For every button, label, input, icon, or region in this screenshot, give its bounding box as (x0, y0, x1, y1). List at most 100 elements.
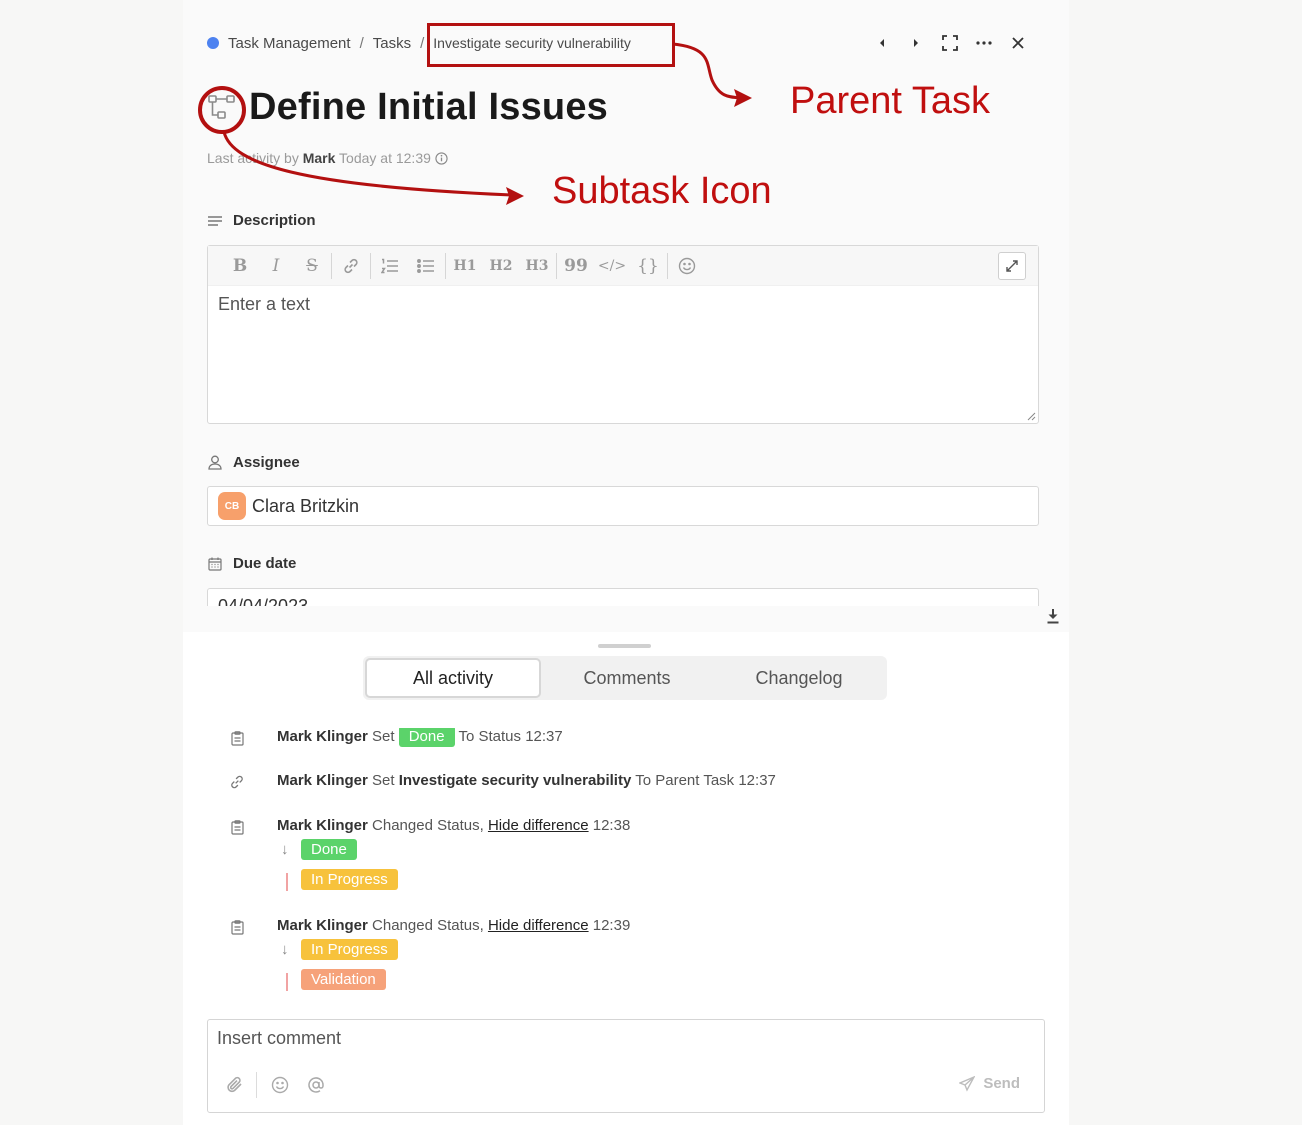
assignee-label-text: Assignee (233, 454, 300, 471)
expand-editor-button[interactable] (998, 252, 1026, 280)
title-row: Define Initial Issues (207, 86, 608, 129)
user-icon (207, 455, 223, 471)
comment-input[interactable]: Insert comment (217, 1028, 341, 1049)
activity-tabs: All activity Comments Changelog (363, 656, 887, 700)
hide-difference-link[interactable]: Hide difference (488, 817, 589, 834)
activity-user[interactable]: Mark Klinger (277, 917, 368, 934)
due-date-label: Due date (207, 555, 296, 572)
mention-button[interactable] (305, 1074, 327, 1096)
close-icon (1012, 37, 1024, 49)
activity-time: 12:38 (592, 817, 631, 834)
link-button[interactable] (333, 253, 369, 279)
fullscreen-button[interactable] (933, 32, 967, 54)
activity-user[interactable]: Mark Klinger (277, 817, 368, 834)
link-icon (229, 774, 245, 790)
tab-changelog[interactable]: Changelog (713, 658, 885, 698)
activity-text: Mark Klinger Changed Status, Hide differ… (277, 817, 630, 834)
description-label-text: Description (233, 212, 316, 229)
quote-button[interactable]: 99 (558, 253, 594, 279)
more-options-button[interactable] (967, 32, 1001, 54)
emoji-icon (271, 1076, 289, 1094)
info-icon[interactable] (435, 152, 448, 165)
last-activity: Last activity by Mark Today at 12:39 (207, 150, 448, 166)
activity-time: 12:37 (738, 772, 776, 789)
activity-suffix: To Status (458, 728, 522, 745)
assignee-field[interactable]: CB Clara Britzkin (207, 486, 1039, 526)
breadcrumb-project[interactable]: Task Management (228, 35, 351, 52)
previous-task-button[interactable] (865, 32, 899, 54)
scroll-down-icon[interactable] (1045, 607, 1061, 625)
send-icon (959, 1075, 976, 1092)
toolbar-divider (256, 1072, 257, 1098)
breadcrumb-separator: / (359, 34, 364, 52)
task-title[interactable]: Define Initial Issues (249, 86, 608, 129)
emoji-button[interactable] (669, 253, 705, 279)
code-block-button[interactable]: {} (630, 253, 666, 279)
toolbar-divider (331, 252, 332, 279)
send-button[interactable]: Send (959, 1075, 1020, 1092)
resize-grip-icon[interactable] (1026, 411, 1036, 421)
comment-box: Insert comment Send (207, 1019, 1045, 1113)
bullet-list-button[interactable] (408, 253, 444, 279)
status-badge-to: Validation (301, 969, 386, 990)
caret-left-icon (880, 39, 884, 47)
clipboard-icon (229, 730, 245, 746)
status-badge-from: Done (301, 839, 357, 860)
heading3-button[interactable]: H3 (519, 253, 555, 279)
code-button[interactable]: </> (594, 253, 630, 279)
lines-icon (207, 213, 223, 229)
attach-button[interactable] (224, 1074, 246, 1096)
last-activity-time: Today at 12:39 (339, 150, 431, 166)
expand-icon (1006, 260, 1018, 272)
activity-panel: All activity Comments Changelog Mark Kli… (183, 632, 1069, 1125)
send-label: Send (983, 1075, 1020, 1092)
emoji-button[interactable] (269, 1074, 291, 1096)
activity-action: Set (372, 772, 395, 789)
clipboard-icon (229, 919, 245, 935)
subtask-icon-highlight (198, 86, 246, 134)
next-task-button[interactable] (899, 32, 933, 54)
toolbar-divider (667, 252, 668, 279)
ordered-list-icon (381, 258, 398, 273)
toolbar-divider (556, 252, 557, 279)
link-icon (344, 258, 358, 273)
activity-action: Changed Status, (372, 817, 484, 834)
last-activity-user: Mark (302, 150, 336, 166)
arrow-down-icon: ↓ (281, 941, 289, 958)
heading2-button[interactable]: H2 (483, 253, 519, 279)
status-badge-from: In Progress (301, 939, 398, 960)
activity-user[interactable]: Mark Klinger (277, 728, 368, 745)
activity-time: 12:39 (592, 917, 631, 934)
description-editor: B I S H1 H2 H3 99 </> {} Enter a text (207, 245, 1039, 424)
paperclip-icon (227, 1076, 242, 1093)
activity-target[interactable]: Investigate security vulnerability (399, 772, 632, 789)
status-badge: Done (398, 728, 455, 747)
activity-text: Mark Klinger Changed Status, Hide differ… (277, 917, 630, 934)
description-input[interactable]: Enter a text (208, 286, 1038, 323)
heading1-button[interactable]: H1 (447, 253, 483, 279)
editor-toolbar: B I S H1 H2 H3 99 </> {} (208, 246, 1038, 286)
caret-right-icon (914, 39, 918, 47)
panel-drag-handle[interactable] (598, 644, 651, 648)
close-button[interactable] (1001, 32, 1035, 54)
header-actions (865, 32, 1035, 54)
clipboard-icon (229, 819, 245, 835)
assignee-label: Assignee (207, 454, 300, 471)
avatar: CB (218, 492, 246, 520)
tab-comments[interactable]: Comments (541, 658, 713, 698)
ordered-list-button[interactable] (372, 253, 408, 279)
italic-button[interactable]: I (258, 253, 294, 279)
strikethrough-button[interactable]: S (294, 253, 330, 279)
diff-bar (286, 873, 288, 891)
more-icon (976, 41, 992, 45)
due-date-field[interactable]: 04/04/2023 (207, 588, 1039, 606)
task-panel: Task Management / Tasks / Investigate se… (183, 0, 1069, 1125)
tab-all-activity[interactable]: All activity (365, 658, 541, 698)
parent-task-annotation: Parent Task (790, 80, 990, 122)
bold-button[interactable]: B (222, 253, 258, 279)
hide-difference-link[interactable]: Hide difference (488, 917, 589, 934)
fullscreen-icon (942, 35, 958, 51)
toolbar-divider (370, 252, 371, 279)
breadcrumb-tasks[interactable]: Tasks (373, 35, 411, 52)
activity-user[interactable]: Mark Klinger (277, 772, 368, 789)
